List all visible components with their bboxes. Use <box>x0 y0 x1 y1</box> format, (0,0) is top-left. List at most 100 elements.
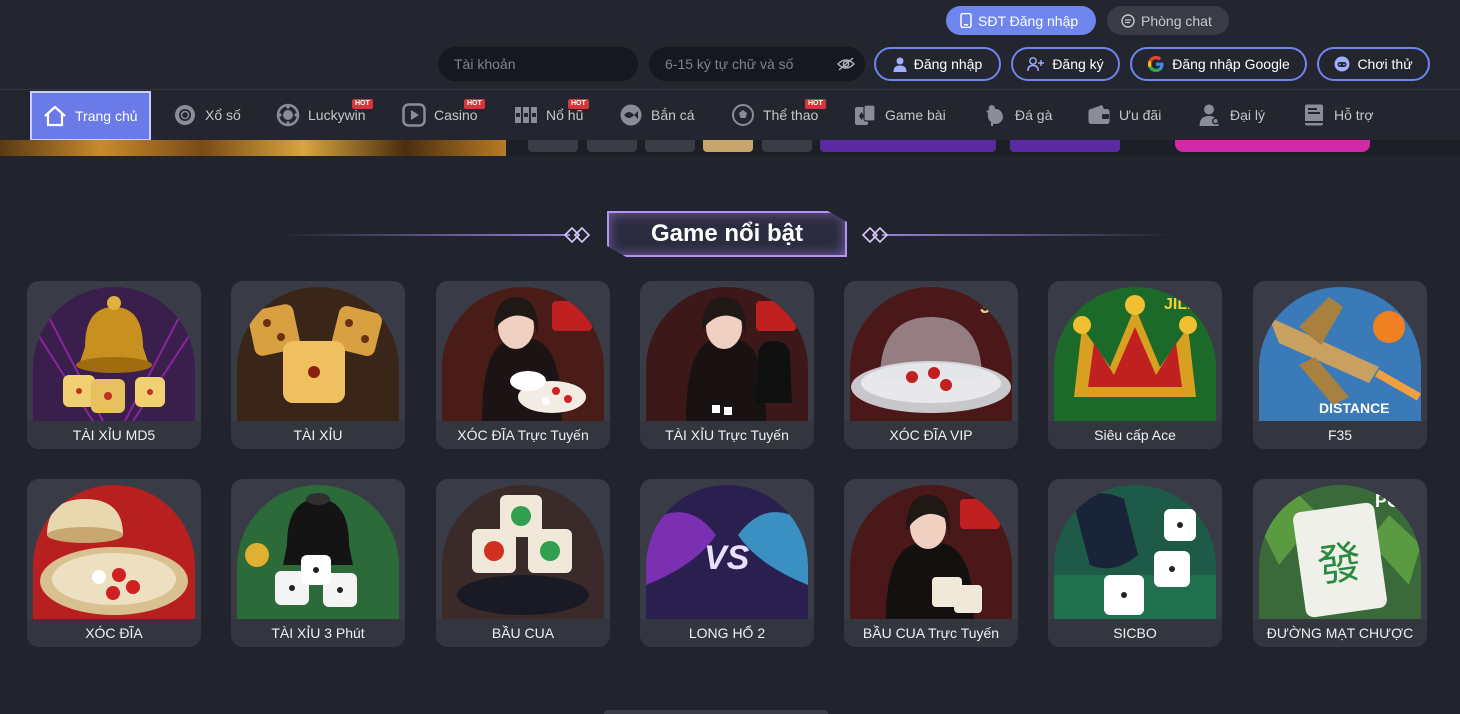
nav-label: Đá gà <box>1015 107 1053 123</box>
book-icon <box>1305 104 1323 126</box>
nav-item-card-games[interactable]: Game bài <box>853 90 946 140</box>
nav-label: Ưu đãi <box>1119 107 1162 123</box>
game-card-bau-cua[interactable]: BẦU CUA <box>436 479 610 647</box>
diamond-ornament-icon <box>861 226 889 244</box>
nav-label: Game bài <box>885 107 946 123</box>
game-label: XÓC ĐĨA VIP <box>844 421 1018 449</box>
home-icon <box>44 105 66 127</box>
game-label: TÀI XỈU MD5 <box>27 421 201 449</box>
fish-icon <box>620 104 642 126</box>
password-input[interactable]: 6-15 ký tự chữ và số <box>649 47 865 81</box>
game-card-tai-xiu-md5[interactable]: TÀI XỈU MD5 <box>27 281 201 449</box>
title-divider-left <box>280 234 570 236</box>
game-label: F35 <box>1253 421 1427 449</box>
register-button[interactable]: Đăng ký <box>1011 47 1120 81</box>
live-dealer-bowl-art <box>442 287 604 421</box>
nav-item-slots[interactable]: Nổ hũ <box>514 90 583 140</box>
game-label: TÀI XỈU Trực Tuyến <box>640 421 814 449</box>
game-thumbnail: JILI <box>1054 287 1216 421</box>
game-card-duong-mat-chuoc[interactable]: 發 PG ĐƯỜNG MẠT CHƯỢC <box>1253 479 1427 647</box>
game-label: BẦU CUA <box>436 619 610 647</box>
nav-item-sports[interactable]: Thể thao <box>731 90 818 140</box>
gold-dice-cup-art <box>33 287 195 421</box>
game-thumbnail <box>442 485 604 619</box>
live-dealer-cup-art <box>646 287 808 421</box>
nav-label: Đại lý <box>1230 107 1266 123</box>
login-button[interactable]: Đăng nhập <box>874 47 1001 81</box>
google-icon <box>1148 55 1164 73</box>
game-card-tai-xiu-3-phut[interactable]: TÀI XỈU 3 Phút <box>231 479 405 647</box>
nav-label: Xổ số <box>205 107 241 123</box>
dragon-tiger-art: VS <box>646 485 808 619</box>
nav-item-promotions[interactable]: Ưu đãi <box>1087 90 1161 140</box>
nav-label: Thể thao <box>763 107 819 123</box>
game-label: Siêu cấp Ace <box>1048 421 1222 449</box>
eye-off-icon[interactable] <box>837 56 855 72</box>
game-thumbnail: DISTANCE <box>1259 287 1421 421</box>
game-card-tai-xiu[interactable]: TÀI XỈU <box>231 281 405 449</box>
game-thumbnail <box>442 287 604 421</box>
nav-label: Nổ hũ <box>546 107 584 123</box>
game-label: LONG HỔ 2 <box>640 619 814 647</box>
account-placeholder: Tài khoản <box>454 56 516 72</box>
next-section-peek <box>604 710 828 714</box>
game-label: TÀI XỈU 3 Phút <box>231 619 405 647</box>
register-label: Đăng ký <box>1052 56 1104 72</box>
game-card-xoc-dia-vip[interactable]: 3D XÓC ĐĨA VIP <box>844 281 1018 449</box>
phone-login-button[interactable]: SĐT Đăng nhập <box>946 6 1096 35</box>
game-thumbnail: 發 PG <box>1259 485 1421 619</box>
password-placeholder: 6-15 ký tự chữ và số <box>665 56 794 72</box>
game-thumbnail: 3D <box>850 287 1012 421</box>
google-login-button[interactable]: Đăng nhập Google <box>1130 47 1307 81</box>
game-thumbnail: VS <box>646 485 808 619</box>
nav-item-support[interactable]: Hỗ trợ <box>1302 90 1374 140</box>
svg-text:VS: VS <box>704 539 750 577</box>
nav-item-cockfight[interactable]: Đá gà <box>983 90 1052 140</box>
lottery-ball-icon <box>175 105 195 125</box>
try-label: Chơi thử <box>1357 56 1413 72</box>
nav-label: Luckywin <box>308 107 366 123</box>
wallet-icon <box>1088 105 1110 124</box>
sicbo-cup-art <box>1054 485 1216 619</box>
nav-item-home[interactable]: Trang chủ <box>30 91 151 141</box>
game-card-sicbo[interactable]: SICBO <box>1048 479 1222 647</box>
login-label: Đăng nhập <box>913 56 983 72</box>
game-label: TÀI XỈU <box>231 421 405 449</box>
game-card-sieu-cap-ace[interactable]: JILI Siêu cấp Ace <box>1048 281 1222 449</box>
game-label: XÓC ĐĨA Trực Tuyến <box>436 421 610 449</box>
game-card-tai-xiu-truc-tuyen[interactable]: TÀI XỈU Trực Tuyến <box>640 281 814 449</box>
live-dealer-crab-art <box>850 485 1012 619</box>
gamepad-icon <box>1334 56 1350 72</box>
top-bar: SĐT Đăng nhập Phòng chat Tài khoản 6-15 … <box>0 0 1460 90</box>
game-card-long-ho-2[interactable]: VS LONG HỔ 2 <box>640 479 814 647</box>
phone-icon <box>960 13 972 28</box>
game-card-xoc-dia-truc-tuyen[interactable]: XÓC ĐĨA Trực Tuyến <box>436 281 610 449</box>
game-card-bau-cua-truc-tuyen[interactable]: BẦU CUA Trực Tuyến <box>844 479 1018 647</box>
luckywin-icon <box>276 103 300 127</box>
rooster-icon <box>986 105 1003 126</box>
title-divider-right <box>882 234 1172 236</box>
google-login-label: Đăng nhập Google <box>1172 56 1290 72</box>
glass-dome-art: 3D <box>850 287 1012 421</box>
game-card-xoc-dia[interactable]: XÓC ĐĨA <box>27 479 201 647</box>
svg-text:DISTANCE: DISTANCE <box>1319 400 1390 416</box>
slot-machine-icon <box>515 107 537 123</box>
nav-label: Trang chủ <box>75 108 138 124</box>
chat-button[interactable]: Phòng chat <box>1107 6 1229 35</box>
nav-item-casino[interactable]: Casino <box>402 90 478 140</box>
nav-item-lottery[interactable]: Xổ số <box>173 90 241 140</box>
game-thumbnail <box>237 485 399 619</box>
nav-item-luckywin[interactable]: Luckywin <box>276 90 366 140</box>
agent-icon <box>1199 104 1219 126</box>
hot-badge: HOT <box>352 99 373 109</box>
banner-strip[interactable] <box>0 140 1460 156</box>
account-input[interactable]: Tài khoản <box>438 47 638 81</box>
jet-plane-art: DISTANCE <box>1259 287 1421 421</box>
gold-dice-art <box>237 287 399 421</box>
svg-text:發: 發 <box>1314 536 1365 593</box>
game-thumbnail <box>33 287 195 421</box>
game-card-f35[interactable]: DISTANCE F35 <box>1253 281 1427 449</box>
nav-item-fishing[interactable]: Bắn cá <box>619 90 695 140</box>
nav-item-agent[interactable]: Đại lý <box>1198 90 1265 140</box>
try-play-button[interactable]: Chơi thử <box>1317 47 1430 81</box>
